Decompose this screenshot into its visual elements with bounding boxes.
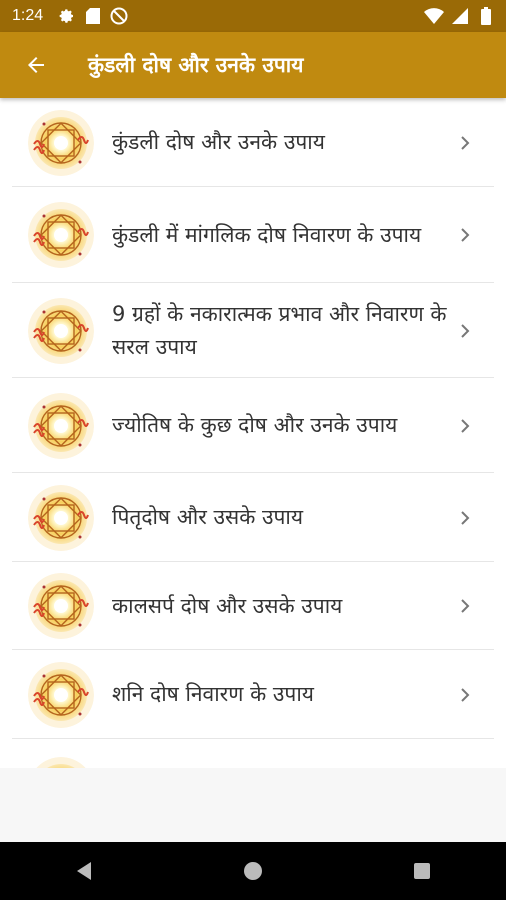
battery-icon [476,6,496,26]
list-item-label: 9 ग्रहों के नकारात्मक प्रभाव और निवारण क… [112,301,447,359]
astrology-wheel-icon [28,485,94,551]
astrology-wheel-icon [28,298,94,364]
nav-home-button[interactable] [229,847,277,895]
article-list: कुंडली दोष और उनके उपाय कुंडली में मांगल… [0,98,506,768]
nav-recents-button[interactable] [398,847,446,895]
do-not-disturb-icon [109,6,129,26]
signal-icon [450,6,470,26]
back-button[interactable] [8,37,64,93]
list-item-partial[interactable] [0,739,506,768]
list-item[interactable]: ज्योतिष के कुछ दोष और उनके उपाय [0,378,506,473]
list-item-label: शनि दोष निवारण के उपाय [112,682,314,706]
chevron-right-icon [461,135,470,150]
chevron-right-icon [461,510,470,525]
list-item[interactable]: कुंडली में मांगलिक दोष निवारण के उपाय [0,187,506,283]
chevron-right-icon [461,323,470,338]
chevron-right-icon [461,599,470,613]
home-circle-icon [243,862,262,880]
recents-square-icon [413,863,430,879]
sd-card-icon [83,6,103,26]
empty-area [0,768,506,842]
list-item[interactable]: शनि दोष निवारण के उपाय [0,650,506,739]
system-nav-bar [0,842,506,900]
arrow-back-icon [28,57,44,73]
astrology-wheel-icon [28,757,94,768]
list-item-label: कुंडली दोष और उनके उपाय [112,130,325,154]
list-item[interactable]: कालसर्प दोष और उसके उपाय [0,562,506,650]
back-triangle-icon [77,862,92,880]
app-bar: कुंडली दोष और उनके उपाय [0,32,506,98]
list-item[interactable]: पितृदोष और उसके उपाय [0,473,506,562]
list-item-label: ज्योतिष के कुछ दोष और उनके उपाय [112,413,398,437]
status-time: 1:24 [12,7,44,24]
wifi-icon [424,6,444,26]
list-item-label: पितृदोष और उसके उपाय [112,505,304,529]
settings-icon [57,6,77,26]
astrology-wheel-icon [28,202,94,268]
astrology-wheel-icon [28,110,94,176]
page-title: कुंडली दोष और उनके उपाय [88,53,304,77]
chevron-right-icon [461,228,470,242]
app-screen: 1:24 कुंडली दोष और उनके उपाय कुंडली दोष [0,0,506,900]
astrology-wheel-icon [28,393,94,459]
astrology-wheel-icon [28,662,94,728]
chevron-right-icon [461,687,470,702]
list-item-label: कालसर्प दोष और उसके उपाय [112,593,343,618]
chevron-right-icon [461,418,470,433]
list-item[interactable]: 9 ग्रहों के नकारात्मक प्रभाव और निवारण क… [0,283,506,378]
astrology-wheel-icon [28,573,94,639]
list-item[interactable]: कुंडली दोष और उनके उपाय [0,98,506,187]
list-item-label: कुंडली में मांगलिक दोष निवारण के उपाय [112,222,422,247]
status-bar: 1:24 [0,0,506,32]
nav-back-button[interactable] [60,847,108,895]
